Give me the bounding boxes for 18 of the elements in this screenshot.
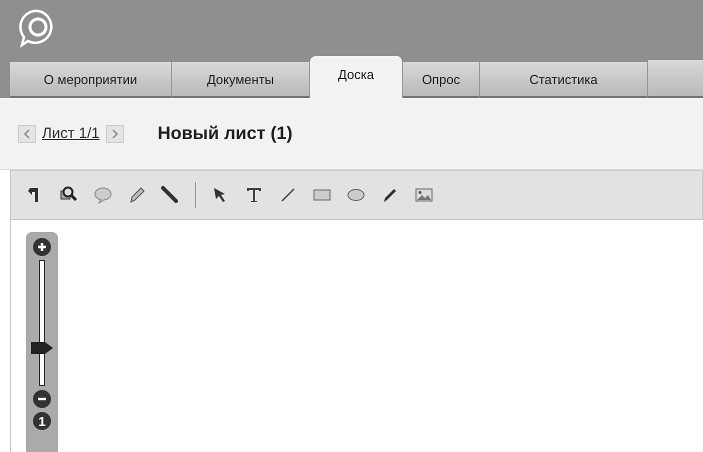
plus-icon	[37, 242, 47, 252]
previous-button[interactable]	[18, 124, 36, 142]
tab[interactable]: Статистика	[480, 62, 648, 98]
sheet-title: Новый лист (1)	[158, 123, 292, 144]
speech-bubble-icon[interactable]	[93, 185, 113, 205]
zoom-in-button[interactable]	[33, 238, 51, 256]
tab[interactable]: Документы	[172, 62, 310, 98]
text-tool-icon[interactable]	[244, 185, 264, 205]
tab[interactable]: Доска	[310, 56, 403, 98]
next-button[interactable]	[106, 124, 124, 142]
zoom-out-button[interactable]	[33, 390, 51, 408]
tab[interactable]: Опрос	[403, 62, 480, 98]
chevron-right-icon	[110, 128, 119, 138]
zoom-reset-button[interactable]: 1	[33, 412, 51, 430]
chevron-left-icon	[23, 128, 31, 138]
slider-thumb[interactable]	[31, 342, 53, 354]
tab[interactable]: О мероприятии	[10, 62, 172, 98]
sheet-link[interactable]: Лист 1/1	[42, 125, 100, 142]
